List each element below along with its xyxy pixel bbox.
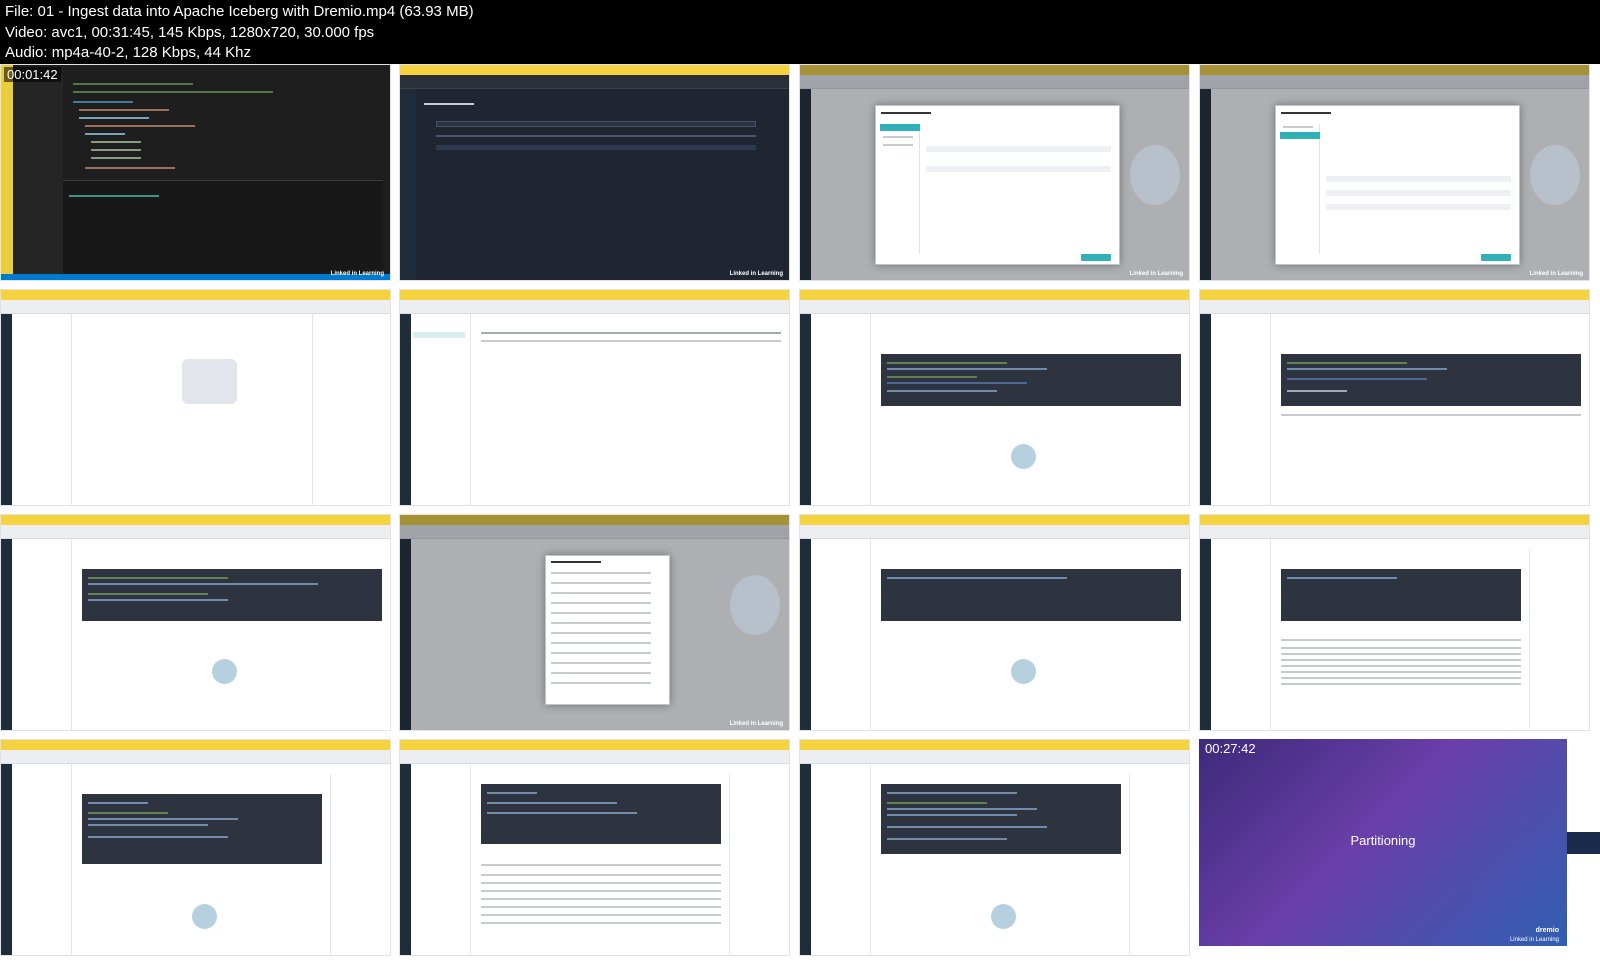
new-source-modal[interactable]: [875, 105, 1120, 265]
thumbnail-add-data-source[interactable]: Linked in Learning: [399, 514, 790, 731]
thumbnail-object-browser[interactable]: Linked in Learning: [399, 64, 790, 281]
thumbnail-sql-ctas[interactable]: [0, 739, 391, 956]
thumbnail-sql-results[interactable]: [1199, 514, 1590, 731]
linkedin-watermark: Linked in Learning: [1529, 271, 1583, 277]
thumbnail-sql-copy[interactable]: [0, 514, 391, 731]
timestamp-label: 00:27:42: [1205, 741, 1256, 756]
linkedin-learning-logo: Linked in Learning: [1509, 937, 1559, 943]
presenter-inset: [1567, 832, 1600, 854]
sql-editor[interactable]: [1281, 354, 1581, 406]
linkedin-watermark: Linked in Learning: [729, 721, 783, 727]
sql-editor[interactable]: [82, 794, 322, 864]
file-name-line: File: 01 - Ingest data into Apache Icebe…: [5, 3, 474, 20]
audio-info-line: Audio: mp4a-40-2, 128 Kbps, 44 Khz: [5, 44, 251, 61]
thumbnail-vscode[interactable]: 00:01:42 Linked in Learning: [0, 64, 391, 281]
dremio-logo: dremio: [1535, 927, 1559, 934]
slide-title: Partitioning: [1350, 833, 1416, 848]
thumbnail-partitioning-slide[interactable]: 00:27:42 Partitioning dremio Linked in L…: [1199, 739, 1567, 946]
thumbnail-sql-create[interactable]: [799, 289, 1190, 506]
sql-editor[interactable]: [82, 569, 382, 621]
linkedin-watermark: Linked in Learning: [729, 271, 783, 277]
activity-bar: [1, 65, 13, 280]
sql-editor[interactable]: [1281, 569, 1521, 621]
add-data-source-modal[interactable]: [545, 555, 670, 705]
sql-editor[interactable]: [881, 784, 1121, 854]
terminal-panel: [63, 180, 383, 275]
sql-editor[interactable]: [881, 354, 1181, 406]
video-info-line: Video: avc1, 00:31:45, 145 Kbps, 1280x72…: [5, 23, 375, 41]
new-source-modal[interactable]: [1275, 105, 1520, 265]
thumbnail-grid: 00:01:42 Linked in Learning Linked in Le…: [0, 64, 1600, 963]
timestamp-label: 00:01:42: [4, 67, 61, 82]
explorer-panel: [13, 75, 63, 275]
thumbnail-settings[interactable]: [399, 289, 790, 506]
thumbnail-nessie-storage[interactable]: Linked in Learning: [1199, 64, 1590, 281]
linkedin-watermark: Linked in Learning: [1129, 271, 1183, 277]
thumbnail-sql-insert[interactable]: [1199, 289, 1590, 506]
thumbnail-datasets[interactable]: [0, 289, 391, 506]
thumbnail-sql-results-2[interactable]: [399, 739, 790, 956]
linkedin-watermark: Linked in Learning: [330, 271, 384, 277]
thumbnail-sql-select[interactable]: [799, 514, 1190, 731]
thumbnail-sql-partition[interactable]: [799, 739, 1190, 956]
file-info-header: File: 01 - Ingest data into Apache Icebe…: [0, 0, 1600, 64]
sql-editor[interactable]: [481, 784, 721, 844]
editor-area: [63, 75, 383, 180]
thumbnail-nessie-general[interactable]: Linked in Learning: [799, 64, 1190, 281]
sql-editor[interactable]: [881, 569, 1181, 621]
